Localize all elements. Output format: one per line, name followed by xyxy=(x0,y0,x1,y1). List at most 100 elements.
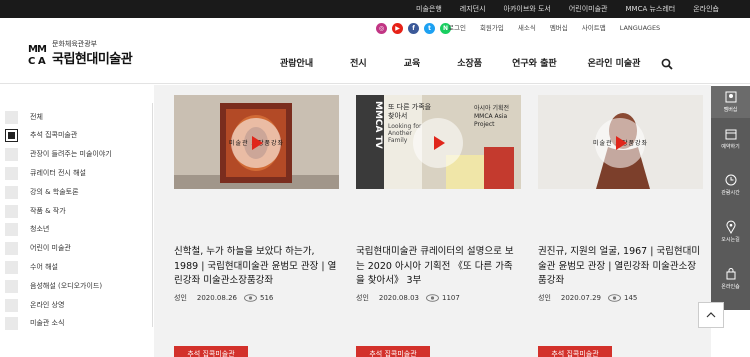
category-tag[interactable]: 추석 집콕미술관 xyxy=(538,346,612,357)
category-curator[interactable]: 큐레이터 전시 해설 xyxy=(5,164,86,182)
nav-research[interactable]: 연구와 출판 xyxy=(512,56,557,72)
instagram-icon[interactable]: ◎ xyxy=(376,23,387,34)
category-checkbox xyxy=(5,166,18,180)
languages-link[interactable]: LANGUAGES xyxy=(613,23,667,34)
video-thumbnail[interactable]: 미술관 소장품강좌 xyxy=(174,95,339,189)
category-online-screening[interactable]: 온라인 상영 xyxy=(5,296,64,314)
quick-label: 관람시간 xyxy=(721,190,740,196)
signup-link[interactable]: 회원가입 xyxy=(473,23,511,34)
nav-collection[interactable]: 소장품 xyxy=(457,56,482,72)
video-title[interactable]: 권진규, 지원의 얼굴, 1967 | 국립현대미술관 윤범모 관장 | 열린강… xyxy=(538,245,703,289)
play-icon[interactable] xyxy=(616,136,627,150)
logo-museum-name: 국립현대미술관 xyxy=(52,52,133,67)
category-label: 미술관 소식 xyxy=(30,319,65,327)
category-label: 수어 해설 xyxy=(30,263,58,271)
top-link-residency[interactable]: 레지던시 xyxy=(451,0,495,18)
category-lecture[interactable]: 강의 & 학술토론 xyxy=(5,183,79,201)
play-icon[interactable] xyxy=(252,136,263,150)
view-count: 516 xyxy=(259,294,274,302)
location-pin-icon xyxy=(726,220,735,234)
category-checkbox xyxy=(5,110,18,124)
eye-icon xyxy=(244,294,257,302)
main-nav: 관람안내 전시 교육 소장품 연구와 출판 온라인 미술관 xyxy=(280,56,640,72)
play-icon[interactable] xyxy=(434,136,445,150)
category-sign-language[interactable]: 수어 해설 xyxy=(5,258,58,276)
audience-label: 성인 xyxy=(356,294,369,302)
video-date: 2020.07.29 xyxy=(560,294,601,302)
audience-label: 성인 xyxy=(174,294,187,302)
category-checkbox xyxy=(5,298,18,312)
video-meta: 성인 2020.08.26 516 xyxy=(174,293,273,303)
twitter-icon[interactable]: t xyxy=(424,23,435,34)
top-link-children[interactable]: 어린이미술관 xyxy=(560,0,617,18)
chevron-up-icon xyxy=(706,312,716,318)
category-label: 어린이 미술관 xyxy=(30,244,71,252)
category-tag[interactable]: 추석 집콕미술관 xyxy=(174,346,248,357)
login-link[interactable]: 로그인 xyxy=(441,23,473,34)
quick-hours[interactable]: 관람시간 xyxy=(711,169,750,201)
quick-label: 예약하기 xyxy=(721,144,740,150)
video-date: 2020.08.26 xyxy=(196,294,237,302)
quick-shop[interactable]: 온라인숍 xyxy=(711,263,750,295)
quick-membership[interactable]: 멤버십 xyxy=(711,86,750,118)
category-audio-guide[interactable]: 음성해설 (오디오가이드) xyxy=(5,277,102,295)
video-title[interactable]: 신학철, 누가 하늘을 보았다 하는가, 1989 | 국립현대미술관 윤범모 … xyxy=(174,245,339,289)
category-youth[interactable]: 청소년 xyxy=(5,220,49,238)
category-sidebar: 전체 추석 집콕미술관 관장이 들려주는 미술이야기 큐레이터 전시 해설 강의… xyxy=(0,103,153,330)
scroll-top-button[interactable] xyxy=(698,302,724,328)
thumbnail-korean-title: 또 다른 가족을 찾아서 xyxy=(388,103,432,120)
search-icon[interactable] xyxy=(661,58,673,70)
category-label: 큐레이터 전시 해설 xyxy=(30,169,86,177)
top-link-archive[interactable]: 아카이브와 도서 xyxy=(495,0,560,18)
youtube-icon[interactable]: ▶ xyxy=(392,23,403,34)
category-children[interactable]: 어린이 미술관 xyxy=(5,239,71,257)
top-link-art-bank[interactable]: 미술은행 xyxy=(407,0,451,18)
quick-reservation[interactable]: 예약하기 xyxy=(711,123,750,155)
top-links: 미술은행 레지던시 아카이브와 도서 어린이미술관 MMCA 뉴스레터 온라인숍 xyxy=(407,0,728,18)
nav-online-museum[interactable]: 온라인 미술관 xyxy=(588,56,641,72)
quick-menu: 멤버십 예약하기 관람시간 오시는길 온라인숍 xyxy=(711,86,750,310)
video-meta: 성인 2020.08.03 1107 xyxy=(356,293,460,303)
video-thumbnail[interactable]: 미술관 소장품강좌 xyxy=(538,95,703,189)
category-director-talk[interactable]: 관장이 들려주는 미술이야기 xyxy=(5,145,112,163)
nav-education[interactable]: 교육 xyxy=(404,56,421,72)
facebook-icon[interactable]: f xyxy=(408,23,419,34)
view-count: 1107 xyxy=(441,294,460,302)
category-label: 관장이 들려주는 미술이야기 xyxy=(30,150,112,158)
category-checkbox xyxy=(5,241,18,255)
news-link[interactable]: 새소식 xyxy=(511,23,543,34)
membership-link[interactable]: 멤버십 xyxy=(543,23,575,34)
top-link-shop[interactable]: 온라인숍 xyxy=(684,0,728,18)
top-link-newsletter[interactable]: MMCA 뉴스레터 xyxy=(616,0,684,18)
category-news[interactable]: 미술관 소식 xyxy=(5,314,64,332)
social-links: ◎ ▶ f t N xyxy=(376,23,451,34)
category-all[interactable]: 전체 xyxy=(5,108,43,126)
quick-label: 멤버십 xyxy=(723,107,738,113)
video-thumbnail[interactable]: MMCA TV 또 다른 가족을 찾아서 Looking for Another… xyxy=(356,95,521,189)
category-checkbox xyxy=(5,128,18,142)
category-chuseok[interactable]: 추석 집콕미술관 xyxy=(5,126,77,144)
audience-label: 성인 xyxy=(538,294,551,302)
category-artwork[interactable]: 작품 & 작가 xyxy=(5,202,66,220)
quick-label: 온라인숍 xyxy=(721,284,740,290)
shopping-bag-icon xyxy=(726,268,735,280)
category-tag[interactable]: 추석 집콕미술관 xyxy=(356,346,430,357)
eye-icon xyxy=(608,294,621,302)
video-title[interactable]: 국립현대미술관 큐레이터의 설명으로 보는 2020 아시아 기획전 《또 다른… xyxy=(356,245,521,289)
category-label: 추석 집콕미술관 xyxy=(30,131,78,139)
sitemap-link[interactable]: 사이트맵 xyxy=(575,23,613,34)
nav-visit[interactable]: 관람안내 xyxy=(280,56,313,72)
mmca-logo-icon: M M C A xyxy=(27,41,51,65)
site-logo[interactable]: M M C A 문화체육관광부 국립현대미술관 xyxy=(27,38,157,74)
category-label: 음성해설 (오디오가이드) xyxy=(30,282,103,290)
util-links: 로그인 회원가입 새소식 멤버십 사이트맵 LANGUAGES xyxy=(441,23,667,34)
nav-exhibitions[interactable]: 전시 xyxy=(350,56,367,72)
svg-text:M: M xyxy=(37,44,47,55)
eye-icon xyxy=(426,294,439,302)
quick-directions[interactable]: 오시는길 xyxy=(711,216,750,248)
category-checkbox xyxy=(5,279,18,293)
video-list: 미술관 소장품강좌 신학철, 누가 하늘을 보았다 하는가, 1989 | 국립… xyxy=(154,85,711,357)
svg-text:C: C xyxy=(28,56,35,65)
video-date: 2020.08.03 xyxy=(378,294,419,302)
top-utility-bar: 미술은행 레지던시 아카이브와 도서 어린이미술관 MMCA 뉴스레터 온라인숍 xyxy=(0,0,750,18)
